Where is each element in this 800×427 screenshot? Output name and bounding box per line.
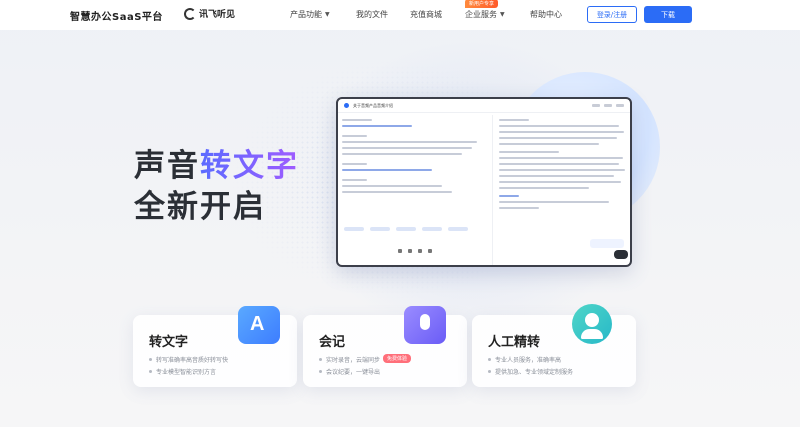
chevron-down-icon: ▼	[500, 11, 505, 18]
card-title: 人工精转	[488, 335, 541, 350]
free-trial-tag: 免费体验	[383, 354, 412, 363]
card-title: 转文字	[149, 335, 189, 350]
nav-item-help-center[interactable]: 帮助中心	[530, 9, 562, 20]
nav-label: 充值商城	[410, 10, 442, 19]
logo-text: 讯飞听见	[199, 10, 236, 20]
nav-item-enterprise-services[interactable]: 企业服务 ▼	[465, 9, 505, 20]
card-feature-line: 会议纪要，一键导出	[319, 367, 380, 376]
login-register-button[interactable]: 登录/注册	[587, 6, 637, 23]
preview-speaker-chips	[344, 227, 468, 231]
card-feature-line: 实时录音，云端同步	[319, 355, 380, 364]
person-icon	[572, 304, 612, 344]
nav-item-my-files[interactable]: 我的文件	[356, 9, 388, 20]
brand-title[interactable]: 智慧办公SaaS平台	[70, 8, 163, 23]
nav-label: 企业服务	[465, 10, 497, 19]
new-user-badge: 新用户专享	[465, 0, 499, 8]
preview-header: 关于音频产品音频介绍	[338, 99, 630, 113]
preview-toolbar	[592, 104, 624, 107]
card-feature-line: 专业人员服务，准确率高	[488, 355, 561, 364]
nav-item-recharge-store[interactable]: 充值商城	[410, 9, 442, 20]
product-preview-window: 关于音频产品音频介绍	[336, 97, 632, 267]
preview-chip	[590, 239, 624, 248]
card-feature-line: 提供加急、专业领域定制服务	[488, 367, 573, 376]
transcribe-icon	[238, 306, 280, 344]
nav-item-product-features[interactable]: 产品功能 ▼	[290, 9, 330, 20]
hero-title-line-2: 全新开启	[134, 189, 266, 225]
download-button[interactable]: 下载	[644, 6, 692, 23]
hero-title-accent: 转文字	[200, 148, 299, 184]
preview-transcript-pane	[342, 115, 488, 263]
hero-title-line-1: 声音转文字	[134, 140, 299, 185]
card-title: 会记	[319, 335, 346, 350]
top-navigation: 智慧办公SaaS平台 讯飞听见 产品功能 ▼ 我的文件 充值商城 新用户专享 企…	[0, 0, 800, 30]
nav-label: 帮助中心	[530, 10, 562, 19]
preview-floating-button	[614, 250, 628, 259]
microphone-icon	[404, 306, 446, 344]
preview-logo-icon	[344, 103, 349, 108]
card-feature-line: 转写准确率高音质好转写快	[149, 355, 228, 364]
iflyrec-logo[interactable]: 讯飞听见	[184, 7, 235, 20]
card-feature-line: 专业模型智能识别方言	[149, 367, 216, 376]
preview-player-controls	[398, 249, 432, 253]
chevron-down-icon: ▼	[325, 11, 330, 18]
logo-icon	[184, 7, 196, 20]
preview-title: 关于音频产品音频介绍	[353, 102, 393, 108]
nav-label: 产品功能	[290, 10, 322, 19]
nav-label: 我的文件	[356, 10, 388, 19]
hero-title-prefix: 声音	[134, 148, 200, 184]
